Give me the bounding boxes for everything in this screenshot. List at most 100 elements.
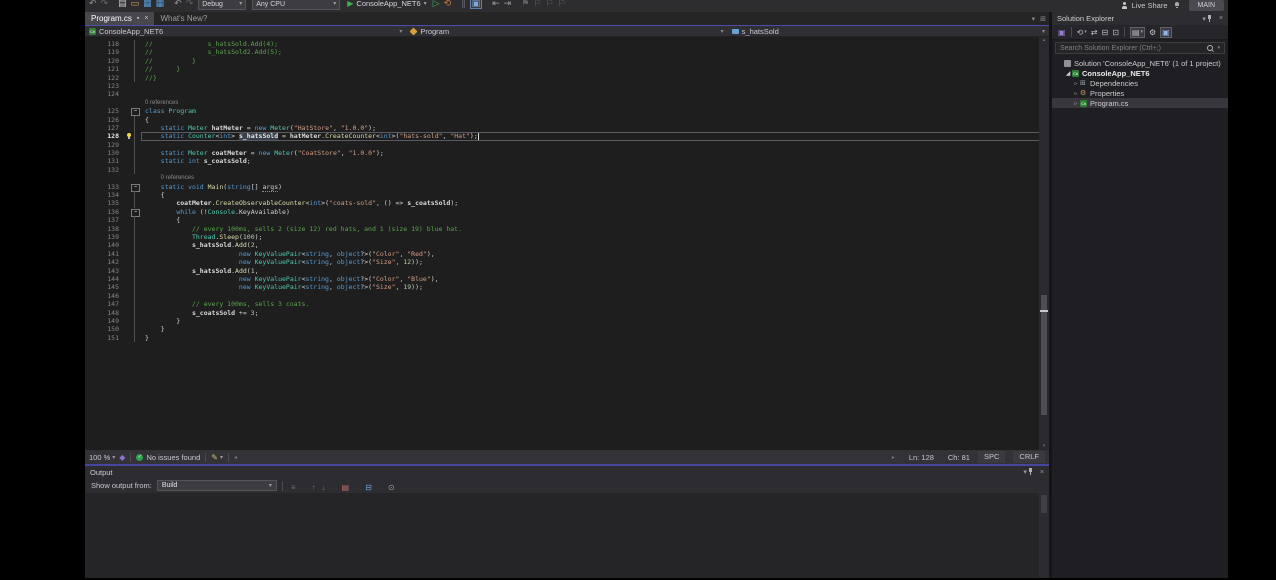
navigate-forward-icon[interactable]: ↷ xyxy=(101,0,109,8)
solution-explorer-search[interactable]: Search Solution Explorer (Ctrl+;) ▾ xyxy=(1055,42,1225,54)
word-wrap-icon[interactable]: ⊟ xyxy=(365,483,372,492)
new-file-icon[interactable]: ▤ xyxy=(118,0,127,8)
code-line-123[interactable]: 123 xyxy=(85,82,1049,90)
collapsed-arrow-icon[interactable]: ▹ xyxy=(1072,90,1080,97)
code-fix-pen-icon[interactable]: ✎ xyxy=(211,453,218,462)
code-line-133[interactable]: 133 static void Main(string[] args) xyxy=(85,183,1049,191)
close-icon[interactable]: × xyxy=(1040,469,1044,476)
collapse-box-icon[interactable] xyxy=(125,183,141,191)
search-input[interactable]: Search Solution Explorer (Ctrl+;) xyxy=(1060,45,1207,52)
zoom-level-dropdown[interactable]: 100 % xyxy=(89,453,110,462)
start-without-debugging-icon[interactable]: ▷ xyxy=(433,0,440,8)
sync-with-active-document-icon[interactable]: ⇄ xyxy=(1091,28,1098,37)
code-line-125[interactable]: 125class Program xyxy=(85,107,1049,115)
tree-item-project[interactable]: ◢C#ConsoleApp_NET6 xyxy=(1052,68,1228,78)
start-debugging-button[interactable]: ▶ConsoleApp_NET6▾ xyxy=(347,0,426,9)
code-line-129[interactable]: 129 xyxy=(85,141,1049,149)
code-line-140[interactable]: 140 s_hatsSold.Add(2, xyxy=(85,241,1049,249)
hscroll-right-icon[interactable]: ▸ xyxy=(892,454,895,461)
line-indicator[interactable]: Ln: 128 xyxy=(909,453,934,462)
hscroll-left-icon[interactable]: ◂ xyxy=(234,454,237,461)
collapsed-arrow-icon[interactable]: ▹ xyxy=(1072,80,1080,87)
code-line-144[interactable]: 144 new KeyValuePair<string, object?>("C… xyxy=(85,275,1049,283)
collapsed-arrow-icon[interactable]: ▹ xyxy=(1072,100,1080,107)
code-line-124[interactable]: 124 xyxy=(85,90,1049,98)
feedback-bell-icon[interactable] xyxy=(1174,2,1181,10)
clear-all-icon[interactable]: ▤ xyxy=(342,483,350,492)
active-files-dropdown-icon[interactable]: ▾ xyxy=(1032,15,1036,23)
code-line-118[interactable]: 118// s_hatsSold.Add(4); xyxy=(85,40,1049,48)
code-line-128[interactable]: 128 static Counter<int> s_hatsSold = hat… xyxy=(85,132,1049,140)
git-branch-button[interactable]: MAIN xyxy=(1189,0,1225,11)
output-source-dropdown[interactable]: Build ▾ xyxy=(157,480,277,491)
column-indicator[interactable]: Ch: 81 xyxy=(948,453,970,462)
code-line-137[interactable]: 137 { xyxy=(85,216,1049,224)
decrease-indent-icon[interactable]: ⇤ xyxy=(492,0,500,8)
codelens-references[interactable]: 0 references xyxy=(85,99,1049,107)
code-line-122[interactable]: 122//} xyxy=(85,74,1049,82)
member-dropdown[interactable]: s_hatsSold▾ xyxy=(728,26,1049,36)
type-dropdown[interactable]: Program▾ xyxy=(406,26,727,36)
tree-item-solution[interactable]: Solution 'ConsoleApp_NET6' (1 of 1 proje… xyxy=(1052,58,1228,68)
project-dropdown[interactable]: C#ConsoleApp_NET6▾ xyxy=(85,26,406,36)
code-line-138[interactable]: 138 // every 100ms, sells 2 (size 12) re… xyxy=(85,225,1049,233)
tree-item-program-cs[interactable]: ▹C#Program.cs xyxy=(1052,98,1228,108)
code-line-148[interactable]: 148 s_coatsSold += 3; xyxy=(85,309,1049,317)
scrollbar-thumb[interactable] xyxy=(1041,295,1047,415)
code-line-131[interactable]: 131 static int s_coatsSold; xyxy=(85,157,1049,165)
output-scrollbar[interactable] xyxy=(1039,493,1049,578)
solution-configurations-dropdown[interactable]: Debug▾ xyxy=(198,0,246,10)
code-line-119[interactable]: 119// s_hatsSold2.Add(5); xyxy=(85,48,1049,56)
autoscroll-icon[interactable]: ⊙ xyxy=(388,483,395,492)
save-icon[interactable]: ▦ xyxy=(143,0,152,8)
scroll-up-icon[interactable]: ▴ xyxy=(1039,37,1049,44)
switch-views-icon[interactable]: ▣ xyxy=(1058,28,1066,37)
toggle-bookmark-icon[interactable]: ⚑ xyxy=(521,0,529,8)
code-line-136[interactable]: 136 while (!Console.KeyAvailable) xyxy=(85,208,1049,216)
code-line-134[interactable]: 134 { xyxy=(85,191,1049,199)
collapse-box-icon[interactable] xyxy=(125,208,141,216)
tree-item-dependencies[interactable]: ▹⊞Dependencies xyxy=(1052,78,1228,88)
tree-item-properties[interactable]: ▹⚙Properties xyxy=(1052,88,1228,98)
save-all-icon[interactable]: ▦ xyxy=(156,0,165,8)
code-editor[interactable]: 118// s_hatsSold.Add(4);119// s_hatsSold… xyxy=(85,37,1049,450)
code-line-135[interactable]: 135 coatMeter.CreateObservableCounter<in… xyxy=(85,199,1049,207)
code-line-126[interactable]: 126{ xyxy=(85,116,1049,124)
goto-next-message-icon[interactable]: ↓ xyxy=(322,483,326,492)
line-ending-indicator[interactable]: CRLF xyxy=(1013,451,1045,463)
next-bookmark-icon[interactable]: ⚐ xyxy=(545,0,553,8)
code-line-146[interactable]: 146 xyxy=(85,292,1049,300)
tab-program-cs[interactable]: Program.cs▪× xyxy=(85,12,154,25)
code-line-130[interactable]: 130 static Meter coatMeter = new Meter("… xyxy=(85,149,1049,157)
code-line-127[interactable]: 127 static Meter hatMeter = new Meter("H… xyxy=(85,124,1049,132)
break-all-icon[interactable]: ∥ xyxy=(461,0,466,8)
code-line-151[interactable]: 151} xyxy=(85,334,1049,342)
file-health-indicator-icon[interactable]: ▣ xyxy=(470,0,483,9)
navigate-back-icon[interactable]: ↶ xyxy=(89,0,97,8)
code-line-143[interactable]: 143 s_hatsSold.Add(1, xyxy=(85,267,1049,275)
code-line-139[interactable]: 139 Thread.Sleep(100); xyxy=(85,233,1049,241)
code-line-142[interactable]: 142 new KeyValuePair<string, object?>("S… xyxy=(85,258,1049,266)
hot-reload-icon[interactable]: ⟲ xyxy=(444,0,452,8)
close-icon[interactable]: × xyxy=(1219,15,1223,22)
wrench-icon[interactable]: ⚙ xyxy=(1149,28,1156,37)
document-outline-icon[interactable]: ◆ xyxy=(119,453,125,462)
pin-icon[interactable] xyxy=(1206,15,1213,23)
goto-previous-message-icon[interactable]: ↑ xyxy=(312,483,316,492)
scroll-down-icon[interactable]: ▾ xyxy=(1039,443,1049,450)
close-icon[interactable]: × xyxy=(144,15,148,22)
collapse-all-icon[interactable]: ⊟ xyxy=(1101,28,1108,37)
code-line-121[interactable]: 121// } xyxy=(85,65,1049,73)
code-line-149[interactable]: 149 } xyxy=(85,317,1049,325)
live-share-button[interactable]: Live Share xyxy=(1132,1,1168,10)
solution-platforms-dropdown[interactable]: Any CPU▾ xyxy=(252,0,340,10)
live-share-icon[interactable] xyxy=(1121,2,1129,10)
code-line-145[interactable]: 145 new KeyValuePair<string, object?>("S… xyxy=(85,283,1049,291)
tab-what-s-new-[interactable]: What's New? xyxy=(154,12,213,25)
pending-changes-filter-icon[interactable]: ⟲▾ xyxy=(1077,28,1087,37)
editor-vertical-scrollbar[interactable]: ▴ ▾ xyxy=(1039,37,1049,450)
collapse-box-icon[interactable] xyxy=(125,107,141,115)
undo-icon[interactable]: ↶ xyxy=(174,0,182,8)
message-list-icon[interactable]: ≡ xyxy=(291,483,296,492)
preview-selected-items-icon[interactable]: ▣ xyxy=(1160,27,1172,38)
